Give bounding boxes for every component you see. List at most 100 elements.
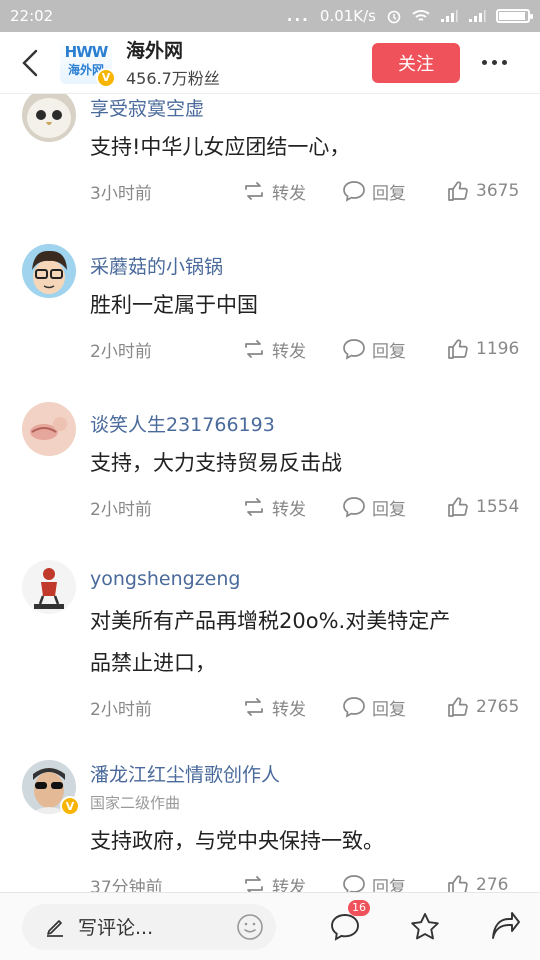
like-button[interactable]: 1554 <box>446 495 526 519</box>
like-button[interactable]: 276 <box>446 873 526 892</box>
like-count: 1554 <box>476 497 520 517</box>
reply-icon <box>343 497 365 518</box>
like-button[interactable]: 2765 <box>446 695 526 719</box>
repost-label: 转发 <box>272 699 306 720</box>
emoji-icon[interactable] <box>236 913 264 941</box>
comment-text: 胜利一定属于中国 <box>90 293 258 317</box>
comment-meta: 2小时前 转发 回复 1554 <box>90 490 526 524</box>
follow-button[interactable]: 关注 <box>372 42 460 83</box>
user-avatar[interactable] <box>22 402 76 456</box>
share-button[interactable] <box>470 911 540 942</box>
back-button[interactable] <box>0 32 60 94</box>
comment-text-line: 对美所有产品再增税20o%.对美特定产 <box>90 609 451 633</box>
favorite-button[interactable] <box>390 911 460 943</box>
logo-text: HWW <box>64 43 109 61</box>
like-count: 3675 <box>476 181 520 201</box>
reply-icon <box>343 181 365 202</box>
share-arrow-icon <box>492 911 520 939</box>
comment-text: 支持，大力支持贸易反击战 <box>90 451 342 475</box>
wifi-icon <box>412 10 430 21</box>
reply-label: 回复 <box>372 341 406 362</box>
cartoon-figure-avatar-icon <box>22 560 76 614</box>
alarm-icon <box>387 10 401 24</box>
comment-list[interactable]: 享受寂寞空虚 支持!中华儿女应团结一心， 3小时前 转发 回复 3675 采蘑菇… <box>0 94 540 892</box>
reply-label: 回复 <box>372 877 406 893</box>
reply-label: 回复 <box>372 183 406 204</box>
thumbs-up-icon <box>448 697 468 717</box>
reply-button[interactable]: 回复 <box>342 495 446 520</box>
comment-username[interactable]: 享受寂寞空虚 <box>90 94 204 121</box>
comment-time: 37分钟前 <box>90 877 163 893</box>
comment-meta: 3小时前 转发 回复 3675 <box>90 174 526 208</box>
like-button[interactable]: 1196 <box>446 337 526 361</box>
write-comment-input[interactable]: 写评论... <box>22 903 276 950</box>
comment-time: 2小时前 <box>90 699 152 720</box>
account-avatar[interactable]: HWW 海外网 V <box>60 37 116 88</box>
comment-meta: 37分钟前 转发 回复 276 <box>90 868 526 892</box>
header-bar: HWW 海外网 V 海外网 456.7万粉丝 关注 <box>0 32 540 94</box>
like-count: 1196 <box>476 339 520 359</box>
repost-icon <box>245 340 263 358</box>
thumbs-up-icon <box>448 497 468 517</box>
comment-meta: 2小时前 转发 回复 2765 <box>90 690 526 724</box>
account-info[interactable]: 海外网 456.7万粉丝 <box>126 36 372 89</box>
reply-button[interactable]: 回复 <box>342 695 446 720</box>
user-avatar[interactable]: V <box>22 760 80 816</box>
comment-username[interactable]: yongshengzeng <box>90 568 240 590</box>
reply-icon <box>343 875 365 892</box>
comment-username[interactable]: 潘龙江红尘情歌创作人 <box>90 760 280 787</box>
repost-icon <box>245 498 263 516</box>
account-name: 海外网 <box>126 40 184 62</box>
star-icon <box>411 912 439 939</box>
status-time: 22:02 <box>10 7 54 25</box>
more-options-icon[interactable] <box>482 60 522 65</box>
like-count: 276 <box>476 875 509 892</box>
reply-icon <box>343 339 365 360</box>
comment-bubble-icon <box>331 913 359 941</box>
thumbs-up-icon <box>448 181 468 201</box>
reply-label: 回复 <box>372 699 406 720</box>
comment-username[interactable]: 采蘑菇的小锅锅 <box>90 252 223 279</box>
battery-icon <box>496 9 533 23</box>
fans-count: 456.7万粉丝 <box>126 69 220 88</box>
like-button[interactable]: 3675 <box>446 179 526 203</box>
comment-time: 2小时前 <box>90 499 152 520</box>
reply-button[interactable]: 回复 <box>342 179 446 204</box>
repost-button[interactable]: 转发 <box>242 179 342 204</box>
user-avatar[interactable] <box>22 94 76 142</box>
repost-button[interactable]: 转发 <box>242 873 342 893</box>
repost-label: 转发 <box>272 183 306 204</box>
face-closeup-avatar-icon <box>22 402 76 456</box>
thumbs-up-icon <box>448 875 468 892</box>
notification-dots-icon: ... <box>286 7 310 25</box>
verified-badge-icon: V <box>96 67 116 88</box>
back-arrow-icon <box>22 49 38 76</box>
user-avatar[interactable] <box>22 244 76 298</box>
user-title: 国家二级作曲 <box>90 794 181 812</box>
repost-button[interactable]: 转发 <box>242 695 342 720</box>
reply-button[interactable]: 回复 <box>342 337 446 362</box>
pen-icon <box>47 919 63 937</box>
comment-username[interactable]: 谈笑人生231766193 <box>90 410 275 437</box>
status-bar: 22:02 ... 0.01K/s <box>0 0 540 32</box>
repost-label: 转发 <box>272 341 306 362</box>
verified-badge-icon: V <box>60 796 80 816</box>
thumbs-up-icon <box>448 339 468 359</box>
reply-button[interactable]: 回复 <box>342 873 446 893</box>
repost-icon <box>245 698 263 716</box>
reply-label: 回复 <box>372 499 406 520</box>
reply-icon <box>343 697 365 718</box>
comments-button[interactable]: 16 <box>310 899 380 942</box>
repost-label: 转发 <box>272 877 306 893</box>
repost-button[interactable]: 转发 <box>242 337 342 362</box>
like-count: 2765 <box>476 697 520 717</box>
repost-button[interactable]: 转发 <box>242 495 342 520</box>
network-speed: 0.01K/s <box>319 7 376 25</box>
comment-meta: 2小时前 转发 回复 1196 <box>90 332 526 366</box>
comment-text-line: 品禁止进口， <box>90 651 216 675</box>
repost-icon <box>245 876 263 892</box>
comment-text: 支持政府，与党中央保持一致。 <box>90 829 384 853</box>
user-avatar[interactable] <box>22 560 76 614</box>
write-comment-placeholder: 写评论... <box>78 917 154 939</box>
comment-time: 3小时前 <box>90 183 152 204</box>
